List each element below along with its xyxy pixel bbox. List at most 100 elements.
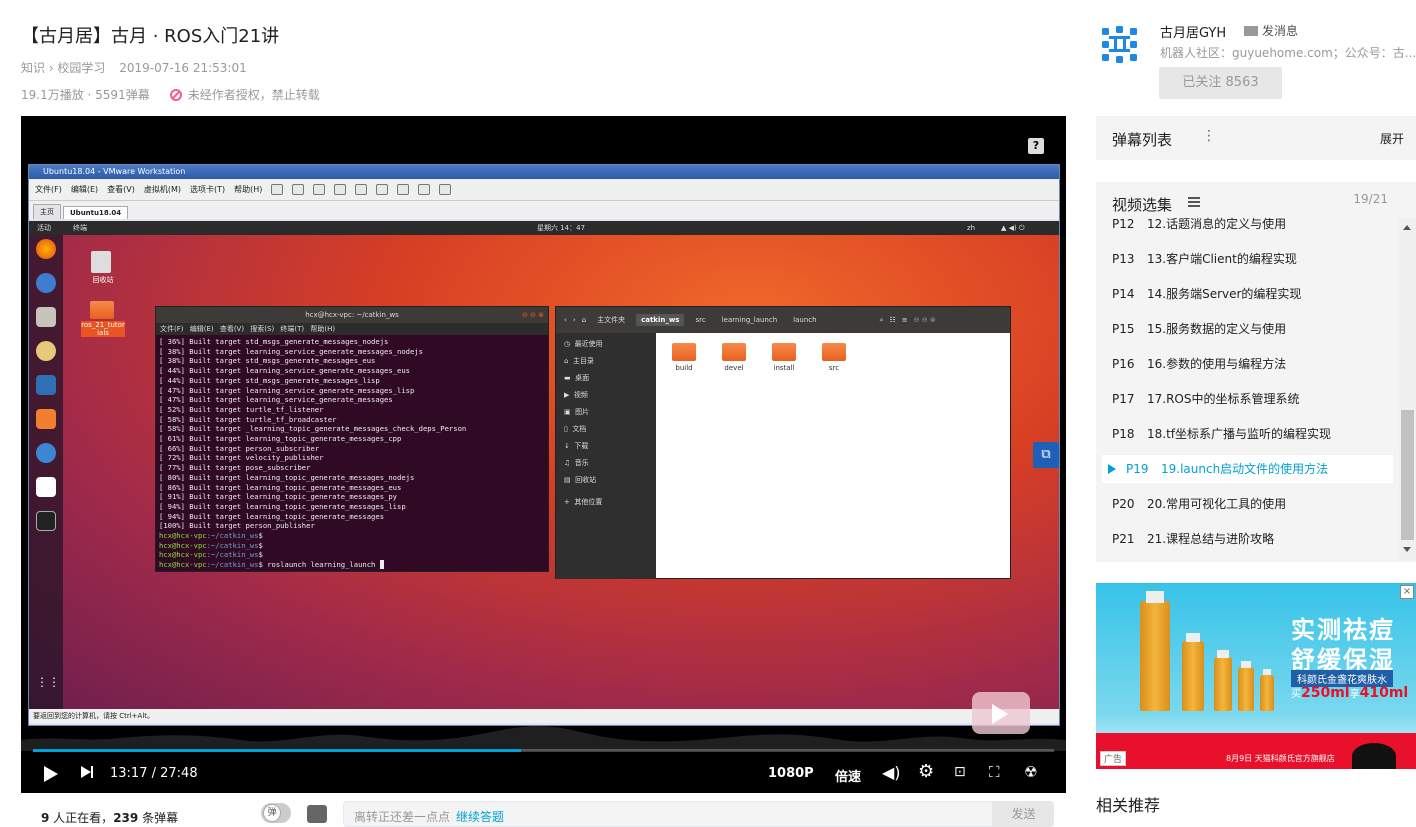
danmaku-settings-icon[interactable] (307, 805, 327, 823)
episode-title: 18.tf坐标系广播与监听的编程实现 (1147, 427, 1332, 441)
crumb-launch: launch (793, 316, 817, 324)
side-downloads: ↓ 下载 (564, 442, 589, 450)
ad-price: 买250ml享410ml (1291, 685, 1408, 701)
vm-menu-view: 查看(V) (107, 185, 135, 194)
duration: 27:48 (160, 766, 198, 781)
help-app-icon (36, 443, 56, 463)
episode-item[interactable]: P18 18.tf坐标系广播与监听的编程实现 (1102, 420, 1393, 448)
episode-item[interactable]: P16 16.参数的使用与编程方法 (1102, 350, 1393, 378)
terminal-line: [ 94%] Built target learning_topic_gener… (159, 511, 385, 521)
episode-item[interactable]: P21 21.课程总结与进阶攻略 (1102, 525, 1393, 553)
uploader-avatar[interactable] (1100, 24, 1140, 64)
volume-icon[interactable]: ◀) (882, 763, 901, 782)
episode-title: 20.常用可视化工具的使用 (1147, 497, 1287, 511)
prompt-user: hcx@hcx-vpc (159, 531, 207, 541)
scroll-up-icon[interactable] (1403, 225, 1411, 230)
copyright-notice: 未经作者授权，禁止转载 (187, 88, 320, 102)
episode-number: P17 (1112, 392, 1135, 406)
speed-button[interactable]: 倍速 (835, 766, 861, 785)
terminal-line: [ 61%] Built target learning_topic_gener… (159, 434, 402, 444)
thunderbird-icon (36, 273, 56, 293)
terminal-line: [ 58%] Built target turtle_tf_broadcaste… (159, 414, 337, 424)
last-command: roslaunch learning_launch (262, 560, 380, 570)
settings-icon[interactable]: ⚙ (918, 761, 934, 782)
continue-quiz-link[interactable]: 继续答题 (456, 810, 504, 824)
scroll-down-icon[interactable] (1403, 547, 1411, 552)
trash-icon (91, 251, 111, 273)
episode-title: 19.launch启动文件的使用方法 (1161, 462, 1329, 476)
restore-icon (334, 184, 347, 195)
uploader-name[interactable]: 古月居GYH (1160, 22, 1226, 41)
ubuntu-desktop: 活动 终端 星期六 14：47 zh ▲ ◀) ⏻ ⋮⋮ 回收站 ros_21_… (29, 221, 1059, 709)
episode-item[interactable]: P19 19.launch启动文件的使用方法 (1102, 455, 1393, 483)
follow-button[interactable]: 已关注 8563 (1159, 67, 1282, 99)
episode-number: P18 (1112, 427, 1135, 441)
episode-number: P14 (1112, 287, 1135, 301)
close-icon[interactable]: × (1400, 585, 1414, 599)
prompt-line: hcx@hcx-vpc:~/catkin_ws$ (159, 540, 263, 550)
screenshot-icon[interactable]: ⧉ (1033, 442, 1059, 468)
category-breadcrumb[interactable]: 知识 › 校园学习 (21, 61, 105, 75)
episode-item[interactable]: P13 13.客户端Client的编程实现 (1102, 245, 1393, 273)
ad-banner[interactable]: × 实测祛痘 舒缓保湿 科颜氏金盏花爽肤水 买250ml享410ml 广告 8月… (1096, 583, 1416, 769)
bottle-image (1238, 667, 1254, 711)
theater-icon[interactable]: ☢ (1024, 763, 1037, 781)
ad-label: 广告 (1100, 751, 1127, 766)
side-other: + 其他位置 (564, 498, 603, 506)
ubuntu-topbar: 活动 终端 星期六 14：47 zh ▲ ◀) ⏻ (29, 221, 1059, 235)
bottle-image (1182, 641, 1204, 711)
fullscreen-icon[interactable]: ⛶ (989, 763, 1000, 781)
menu-icon: ≡ (901, 316, 908, 324)
episode-item[interactable]: P15 15.服务数据的定义与使用 (1102, 315, 1393, 343)
terminal-line: [ 94%] Built target learning_topic_gener… (159, 501, 406, 511)
episode-item[interactable]: P12 12.话题消息的定义与使用 (1102, 210, 1393, 238)
terminal-output: [ 36%] Built target std_msgs_generate_me… (156, 335, 548, 572)
side-videos: ▶ 视频 (564, 391, 588, 399)
expand-button[interactable]: 展开 (1380, 130, 1404, 147)
next-icon[interactable] (81, 766, 93, 778)
terminal-line: [ 47%] Built target learning_service_gen… (159, 385, 415, 395)
quality-button[interactable]: 1080P (768, 766, 814, 781)
system-tray-icon: ▲ ◀) ⏻ (1001, 224, 1025, 232)
prompt-line: hcx@hcx-vpc:~/catkin_ws$ (159, 531, 263, 541)
manage-icon (355, 184, 368, 195)
more-icon[interactable]: ⋮ (1202, 128, 1216, 144)
uploader-description: 机器人社区：guyuehome.com；公众号：古... (1160, 46, 1416, 60)
terminal-app-label: 终端 (73, 224, 87, 232)
vm-tab-ubuntu: Ubuntu18.04 (63, 206, 129, 219)
mail-icon (1244, 25, 1258, 36)
episode-item[interactable]: P14 14.服务端Server的编程实现 (1102, 280, 1393, 308)
danmaku-input[interactable]: 离转正还差一点点 继续答题 (343, 801, 993, 827)
folder-icon (722, 343, 746, 361)
terminal-line: [ 91%] Built target learning_topic_gener… (159, 492, 397, 502)
widescreen-icon[interactable]: ⊡ (954, 764, 966, 780)
trash-label: 回收站 (92, 276, 114, 284)
terminal-lines: [ 36%] Built target std_msgs_generate_me… (159, 337, 545, 531)
prompt-path: :~/catkin_ws (206, 550, 259, 560)
episode-number: P13 (1112, 252, 1135, 266)
command-line: hcx@hcx-vpc:~/catkin_ws$ roslaunch learn… (159, 560, 385, 570)
episode-item[interactable]: P20 20.常用可视化工具的使用 (1102, 490, 1393, 518)
scroll-thumb[interactable] (1401, 410, 1414, 540)
side-documents: ▯ 文档 (564, 425, 587, 433)
prompt-user: hcx@hcx-vpc (159, 550, 207, 560)
vm-menu-help: 帮助(H) (234, 185, 263, 194)
episode-title: 21.课程总结与进阶攻略 (1147, 532, 1275, 546)
folder-icon (822, 343, 846, 361)
bottle-cap (1241, 661, 1251, 668)
send-button[interactable]: 发送 (993, 801, 1054, 827)
terminal-line: [ 47%] Built target learning_service_gen… (159, 395, 393, 405)
danmaku-toggle[interactable]: 弹 (261, 803, 291, 823)
side-recent: ◷ 最近使用 (564, 340, 603, 348)
video-player[interactable]: ? Ubuntu18.04 - VMware Workstation 文件(F)… (21, 116, 1066, 793)
vmware-menubar: 文件(F) 编辑(E) 查看(V) 虚拟机(M) 选项卡(T) 帮助(H) (29, 179, 1059, 201)
send-message-button[interactable]: 发消息 (1244, 22, 1298, 39)
episode-item[interactable]: P17 17.ROS中的坐标系管理系统 (1102, 385, 1393, 413)
play-icon[interactable] (44, 766, 58, 782)
list-icon (1188, 197, 1200, 207)
terminal-line: [ 52%] Built target turtle_tf_listener (159, 404, 324, 414)
episode-number: P20 (1112, 497, 1135, 511)
help-icon[interactable]: ? (1028, 138, 1044, 154)
episode-number: P15 (1112, 322, 1135, 336)
cursor: _ (379, 560, 385, 570)
